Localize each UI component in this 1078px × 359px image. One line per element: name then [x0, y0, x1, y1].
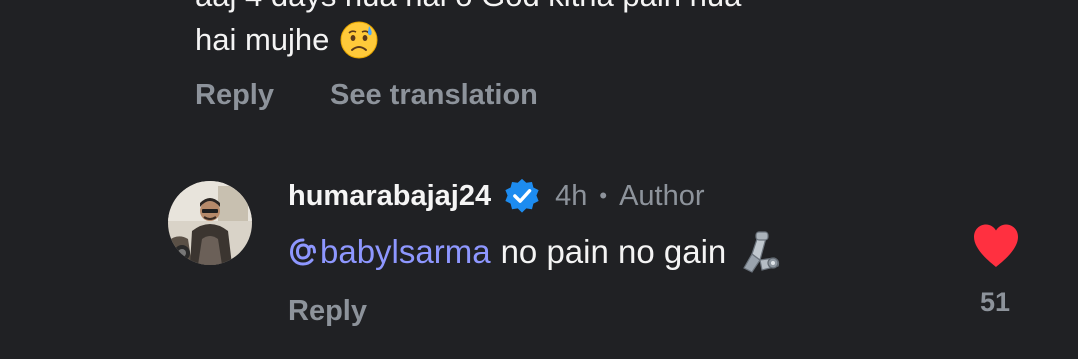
mention-link[interactable]: babylsarma: [288, 230, 491, 274]
see-translation-button[interactable]: See translation: [330, 78, 538, 112]
threads-at-icon: [289, 238, 316, 266]
username-link[interactable]: humarabajaj24: [288, 179, 491, 213]
verified-badge-icon: [505, 178, 539, 213]
reply-comment-header: humarabajaj24 4h • Author: [288, 176, 705, 216]
reply-comment-body: babylsarma no pain no gain: [288, 230, 782, 274]
avatar[interactable]: [168, 181, 252, 265]
like-count: 51: [980, 287, 1011, 317]
top-comment-text: hai mujhe: [195, 22, 330, 57]
mention-username: babylsarma: [320, 233, 491, 270]
meta-separator: •: [599, 183, 608, 208]
avatar-photo-icon: [168, 181, 252, 265]
author-label: Author: [619, 180, 705, 212]
mechanical-arm-emoji-icon: [743, 231, 780, 273]
top-comment-text-line-2: hai mujhe: [195, 20, 379, 60]
timestamp: 4h: [555, 180, 588, 212]
reply-button-reply-comment[interactable]: Reply: [288, 294, 367, 328]
reply-comment-text: no pain no gain: [500, 233, 727, 270]
reply-button-top-comment[interactable]: Reply: [195, 78, 274, 112]
heart-like-icon[interactable]: [972, 223, 1020, 269]
top-comment-text-line-1: aaj 4 days hua hai o God kitna pain hua: [195, 0, 741, 14]
sad-face-emoji-icon: [340, 21, 378, 59]
